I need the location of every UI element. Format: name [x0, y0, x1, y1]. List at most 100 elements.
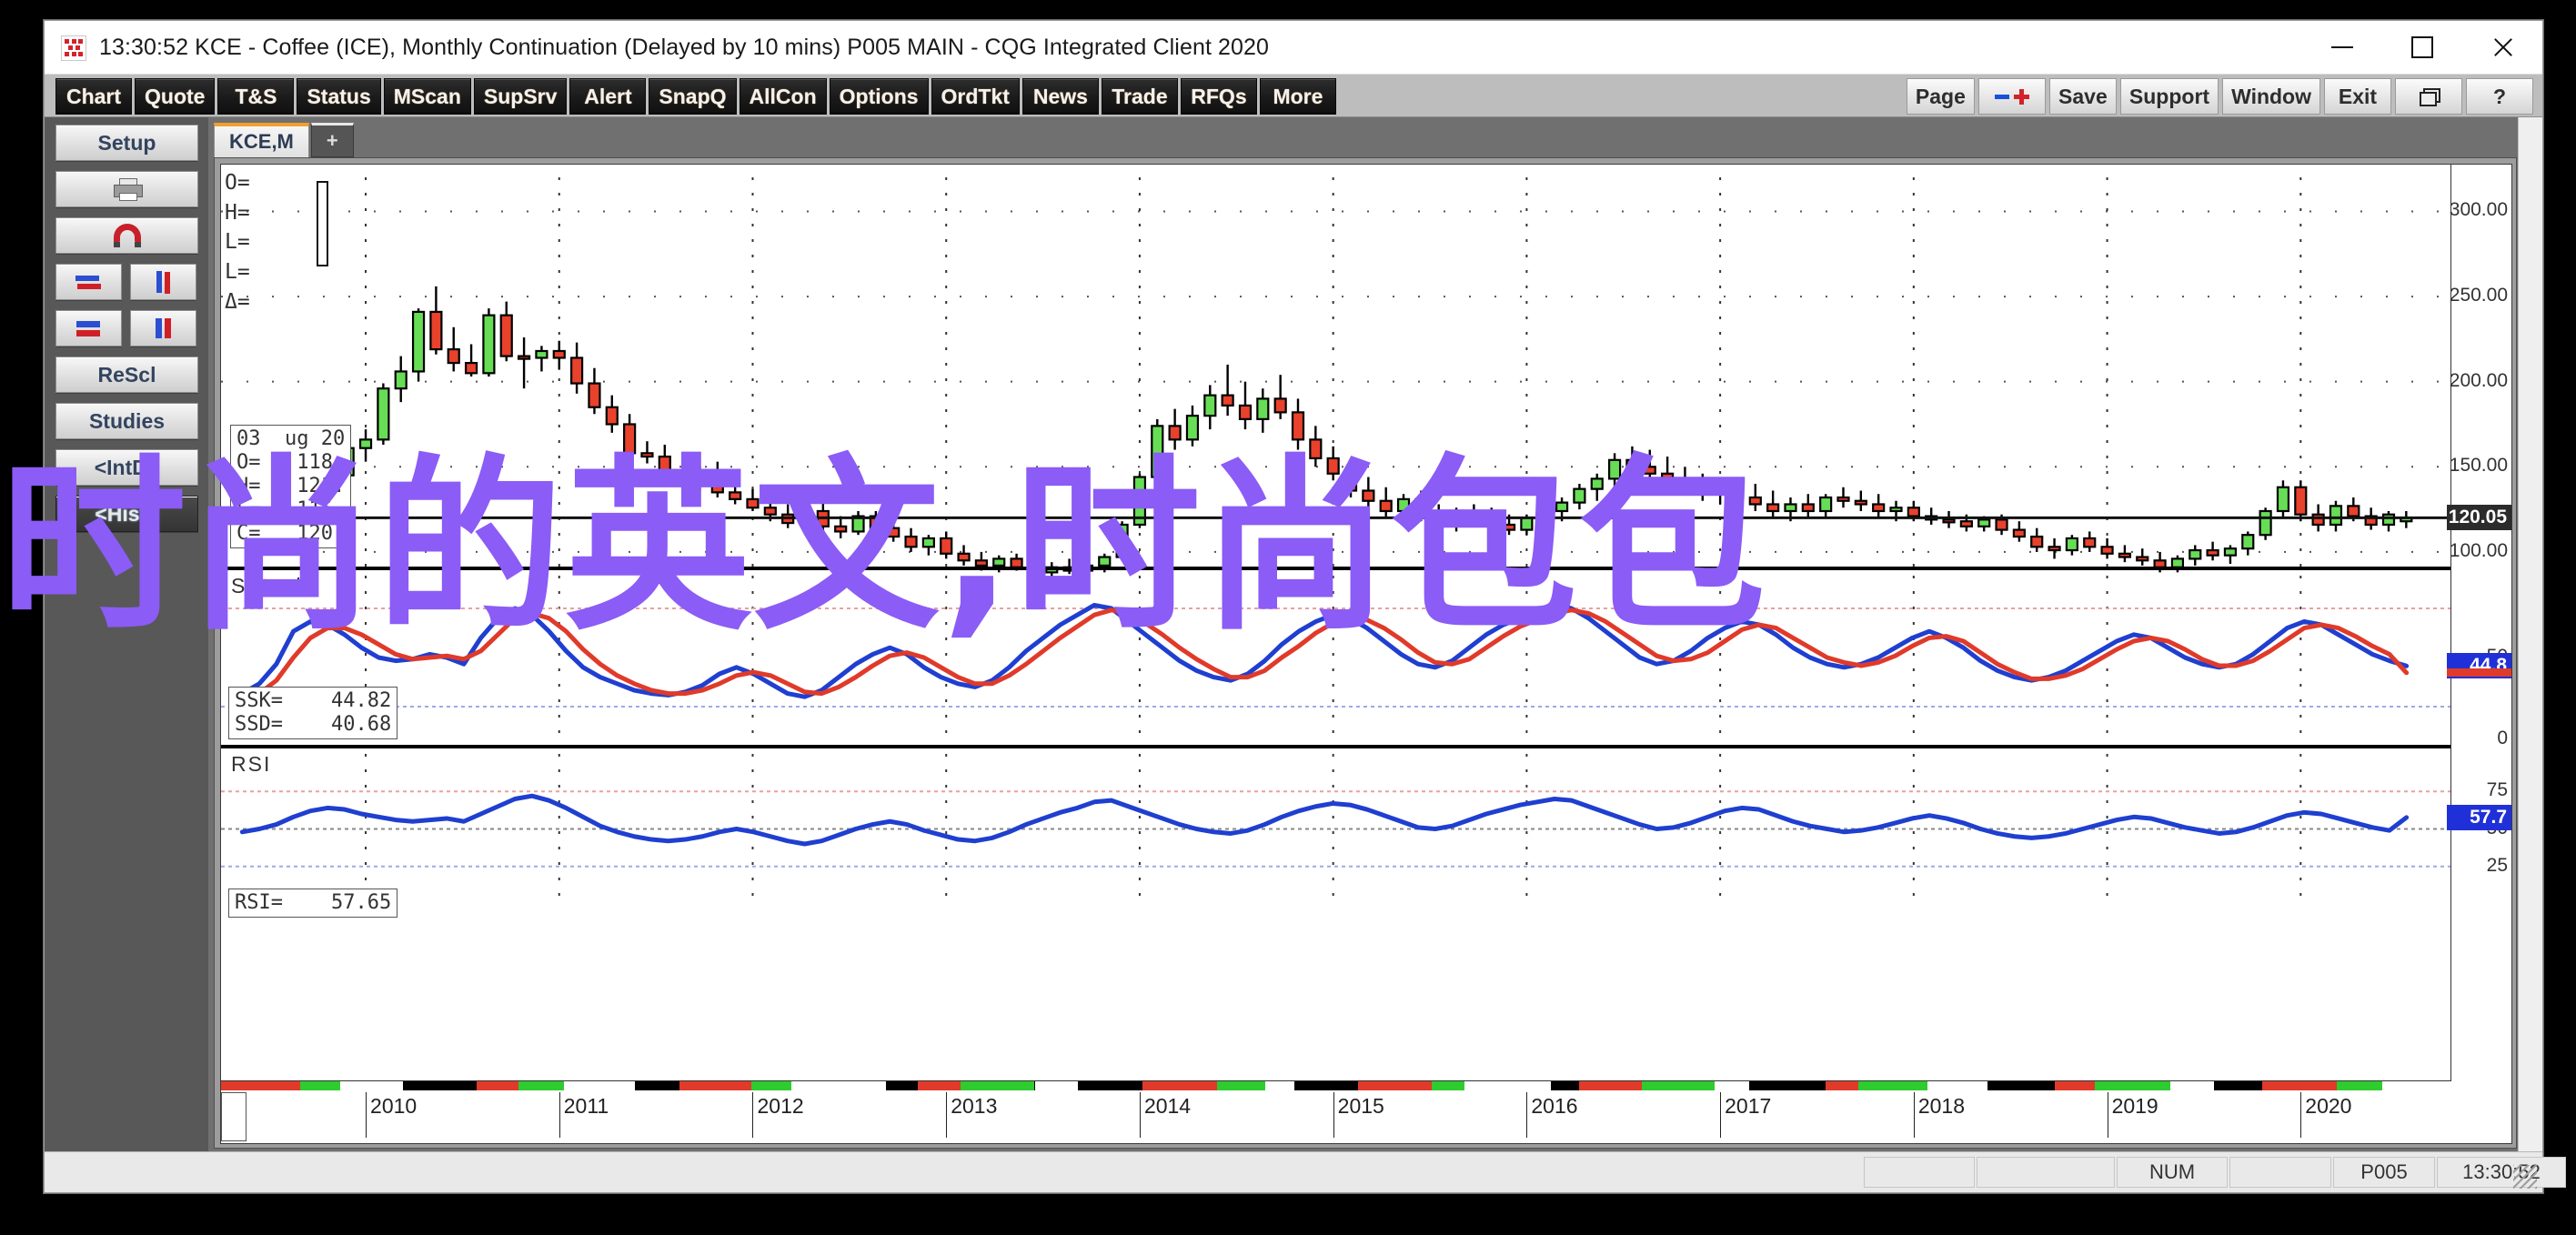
- toolbar-button-supsrv[interactable]: SupSrv: [474, 78, 568, 115]
- status-cell-blank-1: [1864, 1157, 1975, 1188]
- session-segment: [1611, 1081, 1642, 1090]
- window-button[interactable]: Window: [2222, 78, 2320, 115]
- price-axis-label: 300.00: [2450, 199, 2508, 221]
- toolbar-button-more[interactable]: More: [1260, 78, 1336, 115]
- price-axis-label: 250.00: [2450, 285, 2508, 306]
- exit-button[interactable]: Exit: [2324, 78, 2391, 115]
- status-num-indicator: NUM: [2117, 1157, 2228, 1188]
- close-button[interactable]: [2462, 21, 2542, 74]
- toolbar-right-group: Page Save Support Window Exit ?: [1907, 78, 2533, 115]
- session-segment: [2306, 1081, 2337, 1090]
- rsi-study-label: RSI: [228, 752, 274, 777]
- toolbar-button-allcon[interactable]: AllCon: [740, 78, 827, 115]
- setup-button[interactable]: Setup: [55, 125, 198, 161]
- printer-icon: [114, 178, 141, 200]
- toolbar-button-chart[interactable]: Chart: [55, 78, 132, 115]
- toolbar-button-status[interactable]: Status: [297, 78, 380, 115]
- session-segment: [1294, 1081, 1331, 1090]
- session-segment: [679, 1081, 723, 1090]
- session-segment: [375, 1081, 403, 1090]
- session-segment: [300, 1081, 340, 1090]
- status-cell-blank-3: [2229, 1157, 2331, 1188]
- session-color-strip: [221, 1081, 2451, 1090]
- time-axis-label: 2014: [1140, 1094, 1191, 1119]
- help-button[interactable]: ?: [2466, 78, 2533, 115]
- session-segment: [992, 1081, 1035, 1090]
- toolbar-button-trade[interactable]: Trade: [1102, 78, 1178, 115]
- restore-window-button[interactable]: [2395, 78, 2462, 115]
- session-segment: [254, 1081, 300, 1090]
- window-controls: [2302, 21, 2542, 74]
- session-segment: [635, 1081, 680, 1090]
- session-segment: [886, 1081, 917, 1090]
- toolbar-button-news[interactable]: News: [1022, 78, 1099, 115]
- chart-tab-strip: KCE,M +: [214, 123, 354, 157]
- swap-horizontal-button[interactable]: [55, 264, 122, 300]
- time-axis-label: 2010: [366, 1094, 417, 1119]
- session-segment: [590, 1081, 634, 1090]
- session-segment: [1551, 1081, 1578, 1090]
- session-segment: [403, 1081, 429, 1090]
- toolbar-button-ordtkt[interactable]: OrdTkt: [931, 78, 1020, 115]
- print-button[interactable]: [55, 171, 198, 207]
- cursor-bar-marker[interactable]: [317, 181, 328, 266]
- toolbar-button-quote[interactable]: Quote: [135, 78, 215, 115]
- session-segment: [1987, 1081, 2022, 1090]
- session-segment: [340, 1081, 375, 1090]
- time-axis-handle[interactable]: [221, 1092, 247, 1141]
- zoom-minus-plus-button[interactable]: [1978, 78, 2046, 115]
- time-axis[interactable]: 2010 2011 2012 2013 2014 2015 2016 2017 2018 2019…: [221, 1080, 2451, 1143]
- session-segment: [723, 1081, 751, 1090]
- maximize-button[interactable]: [2382, 21, 2462, 74]
- rescale-button[interactable]: ReScl: [55, 356, 198, 393]
- price-axis-label: 200.00: [2450, 370, 2508, 392]
- session-segment: [2418, 1081, 2463, 1090]
- support-button[interactable]: Support: [2120, 78, 2219, 115]
- cqg-logo-icon: [61, 35, 86, 61]
- cursor-legend-l: L=: [225, 227, 250, 257]
- toolbar-button-snapq[interactable]: SnapQ: [649, 78, 736, 115]
- studies-button[interactable]: Studies: [55, 403, 198, 439]
- study-axis-label: 0: [2497, 728, 2508, 749]
- rsi-value-box: RSI= 57.65: [228, 889, 397, 918]
- add-tab-button[interactable]: +: [311, 123, 354, 157]
- toolbar-button-t-s[interactable]: T&S: [217, 78, 294, 115]
- session-segment: [1078, 1081, 1109, 1090]
- toolbar-left-group: Chart Quote T&S Status MScan SupSrv Alert SnapQ…: [55, 78, 1336, 115]
- toolbar-button-alert[interactable]: Alert: [569, 78, 646, 115]
- session-segment: [1749, 1081, 1794, 1090]
- compress-vertical-button[interactable]: [55, 310, 122, 346]
- session-segment: [1397, 1081, 1433, 1090]
- session-segment: [961, 1081, 991, 1090]
- window-title: 13:30:52 KCE - Coffee (ICE), Monthly Con…: [99, 35, 1269, 61]
- session-segment: [2055, 1081, 2095, 1090]
- minimize-button[interactable]: [2302, 21, 2382, 74]
- magnet-snap-button[interactable]: [55, 217, 198, 254]
- cursor-legend-l2: L=: [225, 257, 250, 287]
- toolbar-button-mscan[interactable]: MScan: [384, 78, 471, 115]
- status-cell-blank-2: [1977, 1157, 2115, 1188]
- session-segment: [2021, 1081, 2054, 1090]
- session-segment: [1686, 1081, 1715, 1090]
- session-segment: [1464, 1081, 1505, 1090]
- session-segment: [2337, 1081, 2383, 1090]
- session-segment: [1858, 1081, 1897, 1090]
- resize-grip-icon[interactable]: [2513, 1165, 2537, 1189]
- status-page-indicator: P005: [2333, 1157, 2435, 1188]
- session-segment: [1265, 1081, 1294, 1090]
- toolbar-button-options[interactable]: Options: [830, 78, 929, 115]
- time-axis-label: 2011: [559, 1094, 609, 1119]
- page-button[interactable]: Page: [1907, 78, 1975, 115]
- toolbar-button-rfqs[interactable]: RFQs: [1181, 78, 1257, 115]
- save-button[interactable]: Save: [2049, 78, 2117, 115]
- session-segment: [1035, 1081, 1078, 1090]
- restore-icon: [2420, 88, 2438, 105]
- swap-vertical-button[interactable]: [130, 264, 196, 300]
- session-segment: [1793, 1081, 1826, 1090]
- expand-vertical-button[interactable]: [130, 310, 196, 346]
- cursor-ohlc-legend: O= H= L= L= Δ=: [225, 168, 250, 316]
- session-segment: [1332, 1081, 1358, 1090]
- time-axis-label: 2012: [752, 1094, 803, 1119]
- tab-kce-monthly[interactable]: KCE,M: [214, 123, 309, 157]
- session-segment: [2214, 1081, 2261, 1090]
